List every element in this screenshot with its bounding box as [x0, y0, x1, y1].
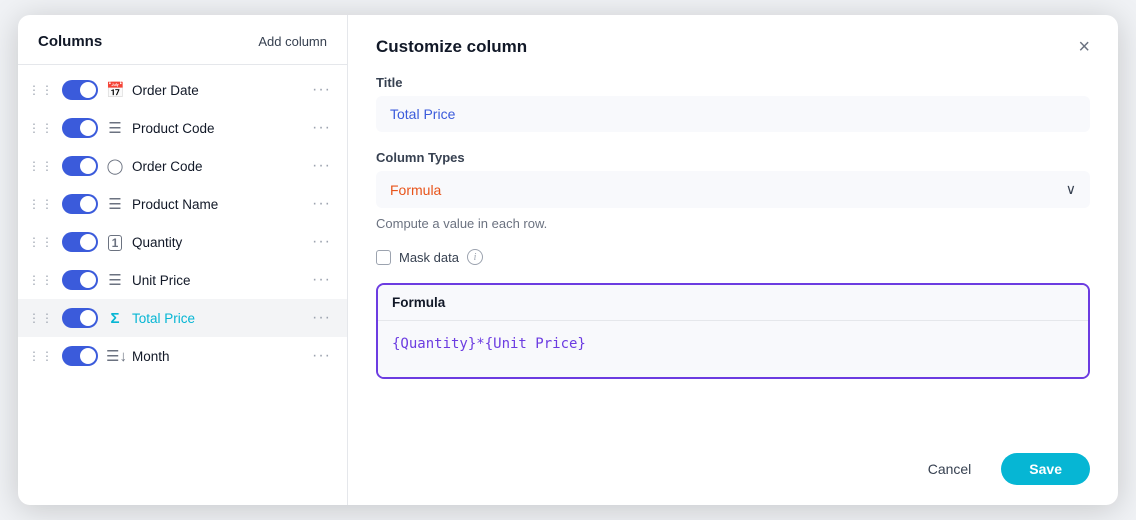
chevron-down-icon: ∨: [1066, 181, 1076, 198]
column-name-unit-price: Unit Price: [132, 273, 304, 288]
column-toggle-month[interactable]: [62, 346, 98, 366]
list-icon: ☰: [106, 271, 124, 289]
customize-panel: Customize column × Title Column Types Fo…: [348, 15, 1118, 505]
column-types-section: Column Types Formula ∨ Compute a value i…: [376, 150, 1090, 231]
modal-container: Columns Add column ⋮⋮ 📅 Order Date ··· ⋮⋮ ☰ Pr…: [18, 15, 1118, 505]
formula-box: Formula {Quantity}*{Unit Price}: [376, 283, 1090, 379]
number-icon: 1: [106, 234, 124, 251]
panel-header: Customize column ×: [376, 37, 1090, 57]
column-toggle-order-code[interactable]: [62, 156, 98, 176]
mask-row: Mask data i: [376, 249, 1090, 265]
drag-handle[interactable]: ⋮⋮: [28, 121, 54, 135]
calendar-icon: 📅: [106, 81, 124, 99]
fingerprint-icon: ◯: [106, 157, 124, 175]
column-name-order-date: Order Date: [132, 83, 304, 98]
formula-content[interactable]: {Quantity}*{Unit Price}: [378, 321, 1088, 377]
column-types-label: Column Types: [376, 150, 1090, 165]
column-item-product-code[interactable]: ⋮⋮ ☰ Product Code ···: [18, 109, 347, 147]
drag-handle[interactable]: ⋮⋮: [28, 83, 54, 97]
column-list: ⋮⋮ 📅 Order Date ··· ⋮⋮ ☰ Product Code ··· ⋮⋮ ◯ Ord…: [18, 65, 347, 381]
save-button[interactable]: Save: [1001, 453, 1090, 485]
footer: Cancel Save: [376, 445, 1090, 485]
column-toggle-product-name[interactable]: [62, 194, 98, 214]
title-input[interactable]: [376, 96, 1090, 132]
column-name-quantity: Quantity: [132, 235, 304, 250]
columns-header: Columns Add column: [18, 15, 347, 65]
column-name-product-code: Product Code: [132, 121, 304, 136]
sigma-icon: Σ: [106, 310, 124, 327]
cancel-button[interactable]: Cancel: [910, 453, 990, 485]
title-section: Title: [376, 75, 1090, 132]
drag-handle[interactable]: ⋮⋮: [28, 197, 54, 211]
column-type-description: Compute a value in each row.: [376, 216, 1090, 231]
column-more-quantity[interactable]: ···: [312, 233, 331, 251]
add-column-button[interactable]: Add column: [258, 34, 327, 49]
list-sort-icon: ☰↓: [106, 347, 124, 365]
list-icon: ☰: [106, 119, 124, 137]
column-more-order-date[interactable]: ···: [312, 81, 331, 99]
column-more-product-code[interactable]: ···: [312, 119, 331, 137]
drag-handle[interactable]: ⋮⋮: [28, 311, 54, 325]
columns-panel: Columns Add column ⋮⋮ 📅 Order Date ··· ⋮⋮ ☰ Pr…: [18, 15, 348, 505]
column-item-order-date[interactable]: ⋮⋮ 📅 Order Date ···: [18, 71, 347, 109]
drag-handle[interactable]: ⋮⋮: [28, 159, 54, 173]
column-more-total-price[interactable]: ···: [312, 309, 331, 327]
column-toggle-product-code[interactable]: [62, 118, 98, 138]
column-name-order-code: Order Code: [132, 159, 304, 174]
column-item-quantity[interactable]: ⋮⋮ 1 Quantity ···: [18, 223, 347, 261]
column-item-unit-price[interactable]: ⋮⋮ ☰ Unit Price ···: [18, 261, 347, 299]
close-button[interactable]: ×: [1078, 37, 1090, 57]
column-more-order-code[interactable]: ···: [312, 157, 331, 175]
info-icon[interactable]: i: [467, 249, 483, 265]
column-name-product-name: Product Name: [132, 197, 304, 212]
columns-title: Columns: [38, 33, 102, 50]
column-name-total-price: Total Price: [132, 311, 304, 326]
column-toggle-order-date[interactable]: [62, 80, 98, 100]
formula-header: Formula: [378, 285, 1088, 321]
list-icon: ☰: [106, 195, 124, 213]
column-name-month: Month: [132, 349, 304, 364]
column-more-unit-price[interactable]: ···: [312, 271, 331, 289]
column-type-value: Formula: [390, 182, 441, 198]
column-more-product-name[interactable]: ···: [312, 195, 331, 213]
column-toggle-quantity[interactable]: [62, 232, 98, 252]
mask-label: Mask data: [399, 250, 459, 265]
column-item-product-name[interactable]: ⋮⋮ ☰ Product Name ···: [18, 185, 347, 223]
title-label: Title: [376, 75, 1090, 90]
formula-text: {Quantity}*{Unit Price}: [392, 336, 586, 352]
mask-checkbox[interactable]: [376, 250, 391, 265]
column-type-dropdown[interactable]: Formula ∨: [376, 171, 1090, 208]
drag-handle[interactable]: ⋮⋮: [28, 273, 54, 287]
column-item-total-price[interactable]: ⋮⋮ Σ Total Price ···: [18, 299, 347, 337]
column-item-month[interactable]: ⋮⋮ ☰↓ Month ···: [18, 337, 347, 375]
drag-handle[interactable]: ⋮⋮: [28, 349, 54, 363]
drag-handle[interactable]: ⋮⋮: [28, 235, 54, 249]
column-toggle-unit-price[interactable]: [62, 270, 98, 290]
column-more-month[interactable]: ···: [312, 347, 331, 365]
column-toggle-total-price[interactable]: [62, 308, 98, 328]
column-item-order-code[interactable]: ⋮⋮ ◯ Order Code ···: [18, 147, 347, 185]
panel-title: Customize column: [376, 37, 527, 57]
